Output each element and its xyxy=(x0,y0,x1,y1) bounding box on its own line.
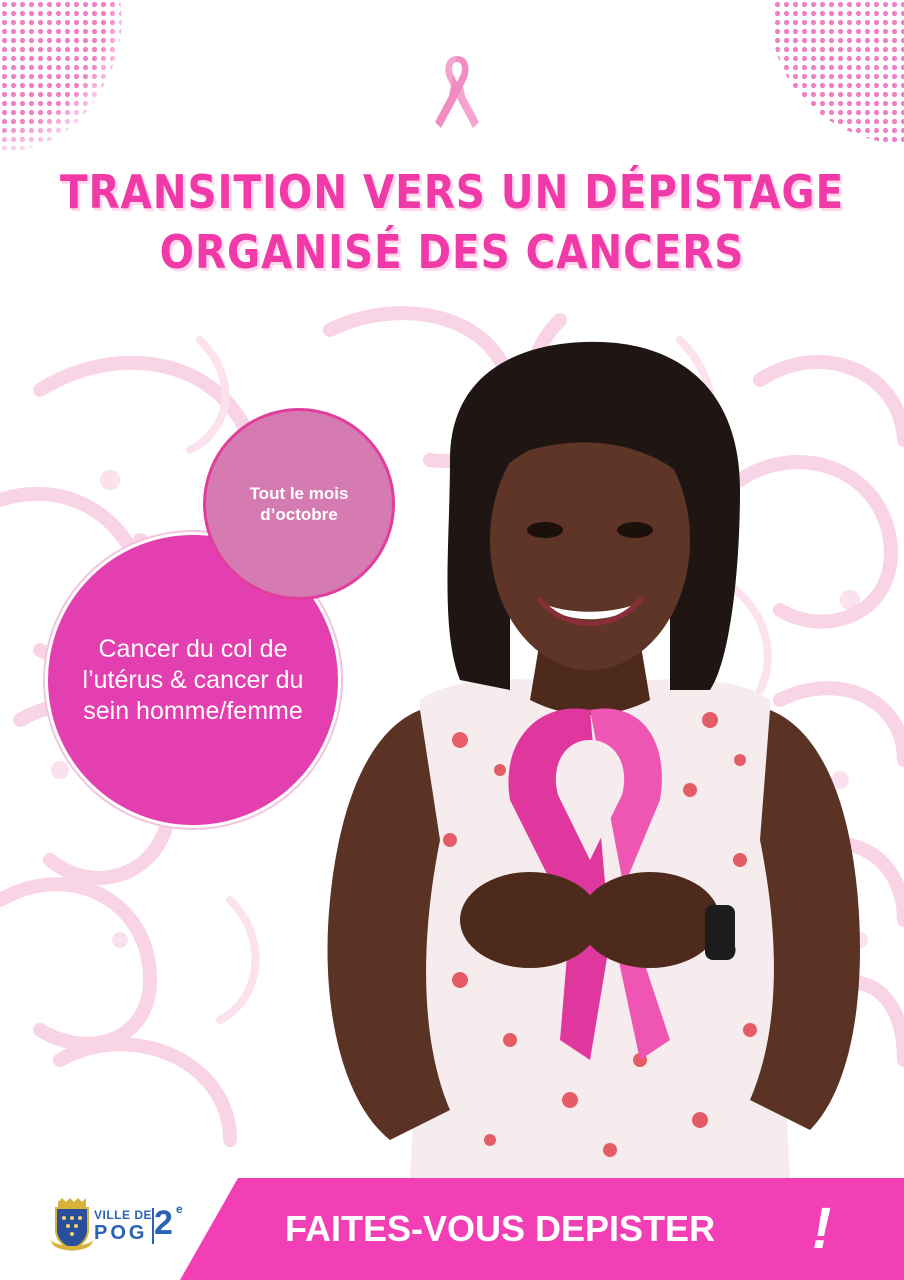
cta-text: FAITES-VOUS DEPISTER xyxy=(285,1208,716,1249)
logo-ville-de: VILLE DE xyxy=(94,1208,153,1222)
cancer-types-text: Cancer du col de l’utérus & cancer du se… xyxy=(82,634,304,725)
logo-superscript: e xyxy=(176,1202,183,1216)
month-text: Tout le mois d’octobre xyxy=(249,484,349,524)
pink-ribbon-icon xyxy=(435,56,479,128)
logo-arrondissement: 2 xyxy=(154,1204,173,1242)
month-bubble: Tout le mois d’octobre xyxy=(203,408,395,600)
halftone-pattern-top-left xyxy=(0,0,122,150)
logo-pog: POG xyxy=(94,1222,148,1244)
city-logo: VILLE DE POG 2 e xyxy=(50,1196,200,1252)
headline-line-2: ORGANISÉ DES CANCERS xyxy=(159,225,745,279)
woman-holding-ribbon-illustration xyxy=(327,341,860,1180)
halftone-pattern-top-right xyxy=(772,0,904,145)
headline-line-1: TRANSITION VERS UN DÉPISTAGE xyxy=(60,165,844,219)
cta-exclamation: ! xyxy=(812,1196,832,1261)
city-crest-icon xyxy=(50,1198,94,1252)
